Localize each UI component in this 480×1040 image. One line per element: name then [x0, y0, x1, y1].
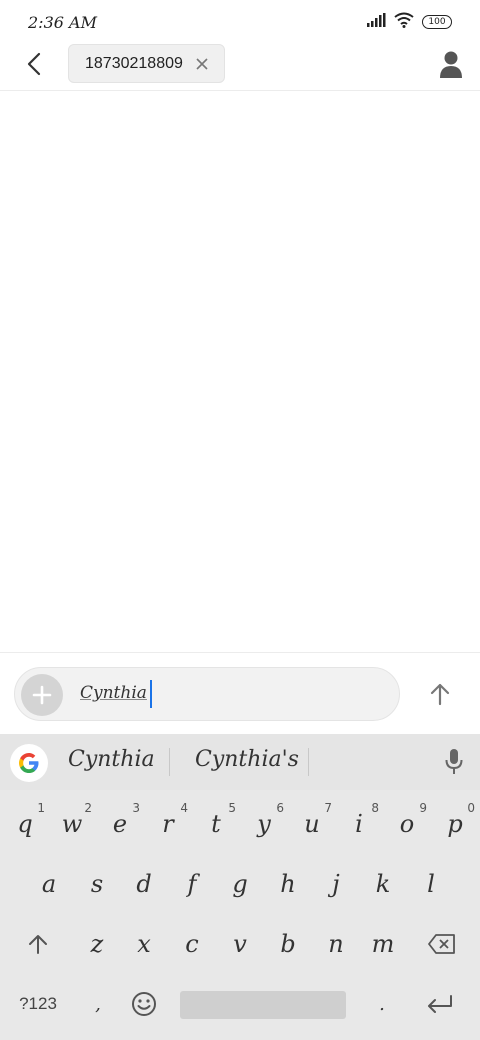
key-j[interactable]: j	[314, 858, 358, 910]
key-g[interactable]: g	[218, 858, 262, 910]
suggestion-divider	[169, 748, 170, 776]
signal-icon	[366, 12, 386, 32]
space-key[interactable]	[180, 991, 346, 1019]
key-h[interactable]: h	[266, 858, 310, 910]
message-text: Cynthia	[80, 680, 152, 708]
key-y[interactable]: y6	[242, 798, 286, 850]
close-icon	[196, 58, 208, 70]
key-t[interactable]: t5	[194, 798, 238, 850]
status-bar: 2:36 AM 100	[0, 0, 480, 44]
status-time: 2:36 AM	[28, 12, 97, 32]
key-f[interactable]: f	[170, 858, 214, 910]
key-u[interactable]: u7	[290, 798, 334, 850]
period-key[interactable]: .	[360, 978, 404, 1030]
enter-key[interactable]	[418, 978, 462, 1030]
backspace-icon	[428, 934, 455, 954]
recipient-chip[interactable]: 18730218809	[68, 44, 225, 83]
key-z[interactable]: z	[75, 918, 119, 970]
key-e[interactable]: e3	[98, 798, 142, 850]
suggestion-2[interactable]: Cynthia's	[195, 747, 299, 772]
key-i[interactable]: i8	[337, 798, 381, 850]
contact-button[interactable]	[438, 50, 464, 78]
key-x[interactable]: x	[122, 918, 166, 970]
message-input[interactable]: Cynthia	[14, 667, 400, 721]
enter-icon	[428, 995, 452, 1013]
battery-icon: 100	[422, 15, 452, 29]
key-c[interactable]: c	[170, 918, 214, 970]
arrow-up-icon	[430, 683, 450, 706]
add-attachment-button[interactable]	[21, 674, 63, 716]
key-q[interactable]: q1	[3, 798, 47, 850]
remove-recipient-button[interactable]	[194, 55, 210, 73]
back-button[interactable]	[22, 50, 46, 78]
emoji-icon	[132, 992, 156, 1016]
emoji-key[interactable]	[122, 978, 166, 1030]
key-k[interactable]: k	[361, 858, 405, 910]
mic-button[interactable]	[444, 748, 464, 776]
text-cursor	[149, 680, 152, 708]
key-r[interactable]: r4	[146, 798, 190, 850]
send-button[interactable]	[426, 679, 454, 709]
key-b[interactable]: b	[266, 918, 310, 970]
backspace-key[interactable]	[420, 918, 464, 970]
key-s[interactable]: s	[75, 858, 119, 910]
key-w[interactable]: w2	[50, 798, 94, 850]
suggestion-bar: Cynthia Cynthia's	[0, 734, 480, 790]
conversation-header: 18730218809	[0, 44, 480, 91]
comma-key[interactable]: ,	[76, 978, 120, 1030]
recipient-number: 18730218809	[85, 54, 183, 72]
key-v[interactable]: v	[218, 918, 262, 970]
shift-key[interactable]	[16, 918, 60, 970]
key-l[interactable]: l	[409, 858, 453, 910]
key-d[interactable]: d	[122, 858, 166, 910]
back-arrow-icon	[27, 52, 41, 76]
status-icons: 100	[366, 12, 452, 33]
message-list	[0, 92, 480, 652]
key-p[interactable]: p0	[433, 798, 477, 850]
symbols-key[interactable]: ?123	[16, 978, 60, 1030]
key-a[interactable]: a	[27, 858, 71, 910]
microphone-icon	[445, 749, 463, 774]
key-o[interactable]: o9	[385, 798, 429, 850]
wifi-icon	[394, 12, 414, 33]
google-icon[interactable]	[10, 744, 48, 782]
suggestion-divider	[308, 748, 309, 776]
shift-icon	[29, 935, 47, 954]
plus-icon	[32, 685, 52, 705]
person-icon	[440, 51, 462, 78]
keyboard: Cynthia Cynthia's q1 w2 e3 r4 t5 y6 u7 i…	[0, 734, 480, 1040]
key-m[interactable]: m	[361, 918, 405, 970]
compose-bar: Cynthia	[0, 652, 480, 734]
suggestion-1[interactable]: Cynthia	[68, 747, 155, 772]
key-n[interactable]: n	[314, 918, 358, 970]
